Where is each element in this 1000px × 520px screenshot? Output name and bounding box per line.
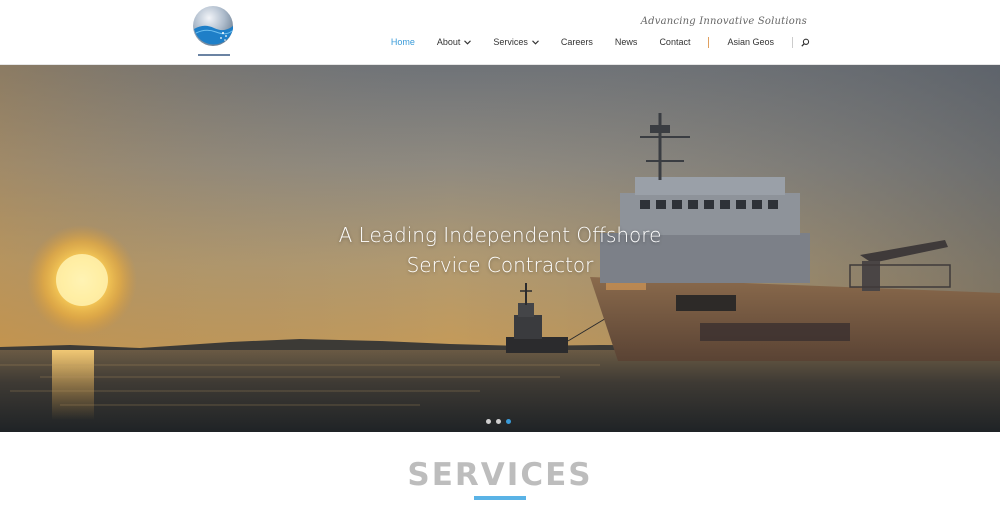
slider-dot[interactable] — [486, 419, 491, 424]
nav-home-label: Home — [390, 37, 415, 47]
slider-dot-active[interactable] — [506, 419, 511, 424]
chevron-down-icon — [464, 39, 472, 45]
nav-services[interactable]: Services — [493, 37, 539, 47]
hero-headline-line1: A Leading Independent Offshore — [338, 223, 662, 247]
tagline: Advancing Innovative Solutions — [640, 16, 807, 27]
globe-logo-icon — [193, 6, 233, 56]
nav-news-label: News — [614, 37, 638, 47]
nav-services-label: Services — [493, 37, 528, 47]
nav-careers-label: Careers — [560, 37, 593, 47]
hero-headline-line2: Service Contractor — [406, 253, 594, 277]
hero-slider: A Leading Independent Offshore Service C… — [0, 65, 1000, 432]
services-heading: SERVICES — [407, 457, 593, 493]
search-icon — [801, 38, 810, 47]
nav-careers[interactable]: Careers — [561, 37, 593, 47]
slider-dot[interactable] — [496, 419, 501, 424]
chevron-down-icon — [532, 39, 539, 45]
hero-headline: A Leading Independent Offshore Service C… — [0, 220, 1000, 280]
heading-underline — [474, 496, 526, 500]
nav-contact-label: Contact — [659, 37, 691, 47]
nav-divider — [708, 36, 710, 48]
slider-pagination — [486, 419, 511, 424]
nav-news[interactable]: News — [615, 37, 638, 47]
main-nav: Home About Services Careers News Contact… — [369, 35, 810, 49]
site-header: Advancing Innovative Solutions Home Abou… — [0, 0, 1000, 65]
nav-about[interactable]: About — [437, 37, 472, 47]
nav-asian-geos[interactable]: Asian Geos — [727, 37, 774, 47]
company-logo[interactable] — [192, 5, 236, 60]
nav-divider — [792, 36, 793, 48]
nav-home[interactable]: Home — [391, 37, 415, 47]
search-button[interactable] — [801, 38, 810, 47]
nav-contact[interactable]: Contact — [659, 37, 690, 47]
nav-asian-geos-label: Asian Geos — [727, 37, 774, 47]
services-section: SERVICES — [0, 432, 1000, 520]
nav-about-label: About — [436, 37, 461, 47]
